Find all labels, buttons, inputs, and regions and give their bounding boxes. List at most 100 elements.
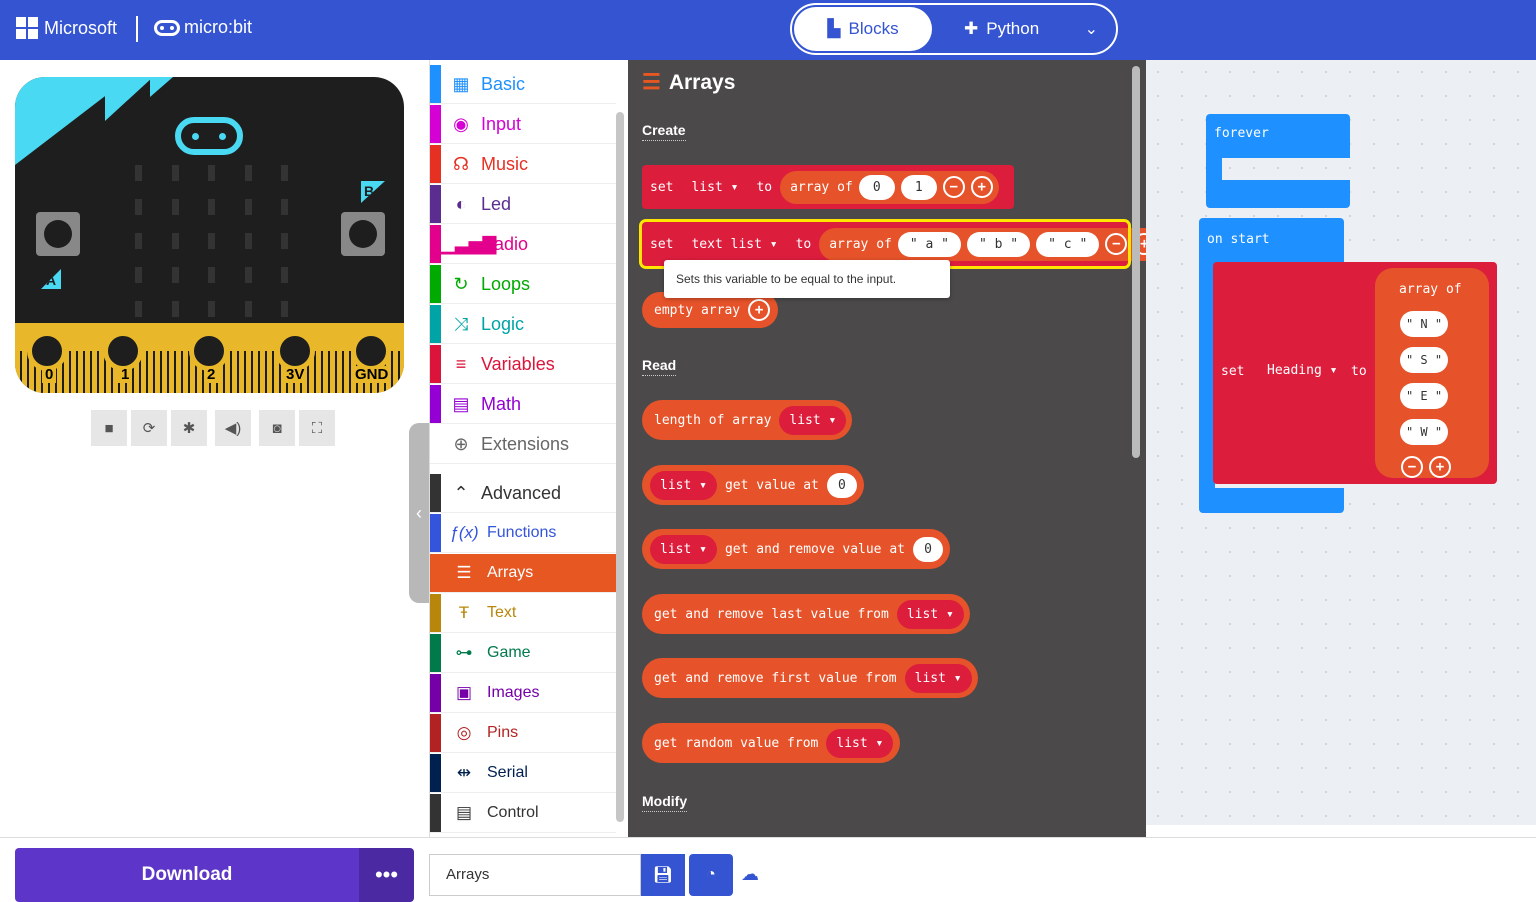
pin-0[interactable] bbox=[27, 331, 67, 371]
forever-block[interactable]: forever bbox=[1206, 114, 1350, 208]
pin-label-1: 1 bbox=[118, 366, 133, 383]
number-input[interactable]: 0 bbox=[826, 472, 857, 498]
github-button[interactable]: ◔ bbox=[689, 854, 733, 896]
block-keyword: to bbox=[795, 236, 812, 252]
toolbox-item-music[interactable]: ☊ Music bbox=[430, 145, 616, 184]
toolbox: ▦ Basic ◉ Input ☊ Music ◐ Led ▁▃▅▇ Radio ↻ Loo… bbox=[429, 60, 628, 837]
python-mode-button[interactable]: ✚ Python bbox=[964, 19, 1039, 39]
block-remove-last-value[interactable]: get and remove last value from list ▾ bbox=[642, 594, 970, 634]
array-of-block[interactable]: array of 0 1 − + bbox=[780, 170, 999, 204]
block-keyword: set bbox=[1221, 364, 1245, 379]
toolbox-item-extensions[interactable]: ⊕ Extensions bbox=[430, 425, 616, 464]
toolbox-item-variables[interactable]: ≡ Variables bbox=[430, 345, 616, 384]
pin-1[interactable] bbox=[103, 331, 143, 371]
blocks-mode-button[interactable]: ▙ Blocks bbox=[794, 7, 932, 51]
variable-dropdown[interactable]: list ▾ bbox=[904, 663, 972, 693]
logo-touch-icon[interactable] bbox=[175, 117, 243, 155]
screenshot-icon[interactable]: ◙ bbox=[259, 410, 295, 446]
more-options-button[interactable]: ••• bbox=[359, 848, 414, 902]
toolbox-item-radio[interactable]: ▁▃▅▇ Radio bbox=[430, 225, 616, 264]
toolbox-item-basic[interactable]: ▦ Basic bbox=[430, 65, 616, 104]
toolbox-item-serial[interactable]: ⇹ Serial bbox=[430, 754, 616, 793]
project-name-input[interactable]: Arrays bbox=[429, 854, 641, 896]
block-tooltip: Sets this variable to be equal to the in… bbox=[664, 260, 950, 298]
toolbox-item-text[interactable]: Ŧ Text bbox=[430, 594, 616, 633]
plus-circle-icon[interactable]: + bbox=[970, 176, 993, 198]
block-length-of-array[interactable]: length of array list ▾ bbox=[642, 400, 852, 440]
microsoft-logo[interactable]: Microsoft bbox=[16, 17, 117, 39]
download-button[interactable]: Download bbox=[15, 848, 359, 902]
array-of-block[interactable]: array of " N " " S " " E " " W " − + bbox=[1375, 268, 1489, 478]
pin-3v[interactable] bbox=[275, 331, 315, 371]
microbit-board[interactable]: A B 0 1 2 3V GND bbox=[15, 77, 404, 393]
toolbox-item-pins[interactable]: ◎ Pins bbox=[430, 714, 616, 753]
array-of-block[interactable]: array of " a " " b " " c " − + bbox=[819, 227, 1162, 261]
set-heading-block[interactable]: set Heading ▾ to array of " N " " S " " … bbox=[1213, 262, 1497, 484]
toolbox-label: Functions bbox=[487, 524, 557, 541]
block-text: get value at bbox=[724, 477, 819, 493]
toolbox-item-logic[interactable]: ⤨ Logic bbox=[430, 305, 616, 344]
toolbox-item-control[interactable]: ▤ Control bbox=[430, 794, 616, 833]
number-input[interactable]: 0 bbox=[912, 536, 943, 562]
block-get-and-remove-value-at[interactable]: list ▾ get and remove value at 0 bbox=[642, 529, 950, 569]
button-b[interactable] bbox=[341, 212, 385, 256]
minus-circle-icon[interactable]: − bbox=[1401, 456, 1423, 478]
plus-circle-icon[interactable]: + bbox=[748, 299, 770, 321]
toolbox-item-loops[interactable]: ↻ Loops bbox=[430, 265, 616, 304]
chevron-down-icon[interactable]: ⌄ bbox=[1085, 19, 1098, 39]
variable-dropdown[interactable]: list ▾ bbox=[779, 405, 847, 435]
toolbox-label: Math bbox=[481, 393, 522, 414]
number-input[interactable]: 1 bbox=[900, 174, 937, 200]
led-matrix bbox=[133, 163, 288, 323]
toolbox-item-game[interactable]: ⊶ Game bbox=[430, 634, 616, 673]
toolbox-item-functions[interactable]: ƒ(x) Functions bbox=[430, 514, 616, 553]
sound-icon[interactable]: ◀) bbox=[215, 410, 251, 446]
debug-icon[interactable]: ✱ bbox=[171, 410, 207, 446]
toolbox-item-advanced[interactable]: ⌃ Advanced bbox=[430, 474, 616, 513]
toolbox-item-images[interactable]: ▣ Images bbox=[430, 674, 616, 713]
variable-dropdown[interactable]: list ▾ bbox=[826, 728, 894, 758]
plus-circle-icon[interactable]: + bbox=[1429, 456, 1451, 478]
minus-circle-icon[interactable]: − bbox=[1105, 233, 1128, 255]
pin-gnd[interactable] bbox=[351, 331, 391, 371]
minus-circle-icon[interactable]: − bbox=[942, 176, 965, 198]
collapse-simulator-button[interactable]: ‹ bbox=[409, 423, 429, 603]
fullscreen-icon[interactable]: ⛶ bbox=[299, 410, 335, 446]
list-icon: ☰ bbox=[456, 563, 472, 582]
string-input[interactable]: " b " bbox=[967, 231, 1031, 257]
block-remove-first-value[interactable]: get and remove first value from list ▾ bbox=[642, 658, 978, 698]
string-input[interactable]: " E " bbox=[1400, 383, 1448, 409]
heading-variable-dropdown[interactable]: Heading ▾ bbox=[1257, 356, 1348, 385]
string-input[interactable]: " c " bbox=[1036, 231, 1100, 257]
block-set-list[interactable]: set list ▾ to array of 0 1 − + bbox=[642, 165, 1014, 209]
string-input[interactable]: " N " bbox=[1400, 311, 1448, 337]
restart-icon[interactable]: ⟳ bbox=[131, 410, 167, 446]
variable-dropdown[interactable]: list ▾ bbox=[896, 599, 964, 629]
on-start-block-bottom bbox=[1199, 488, 1344, 513]
puzzle-icon: ▙ bbox=[827, 19, 841, 38]
microbit-logo[interactable]: micro:bit bbox=[154, 17, 252, 38]
string-input[interactable]: " W " bbox=[1400, 419, 1448, 445]
flyout-scrollbar[interactable] bbox=[1132, 66, 1140, 458]
block-text: empty array bbox=[654, 302, 741, 318]
variable-dropdown[interactable]: text list ▾ bbox=[681, 229, 788, 259]
variable-dropdown[interactable]: list ▾ bbox=[681, 172, 749, 202]
string-input[interactable]: " S " bbox=[1400, 347, 1448, 373]
variable-dropdown[interactable]: list ▾ bbox=[650, 470, 717, 500]
toolbox-item-input[interactable]: ◉ Input bbox=[430, 105, 616, 144]
save-button[interactable]: 💾︎ bbox=[641, 854, 685, 896]
block-random-value[interactable]: get random value from list ▾ bbox=[642, 723, 900, 763]
cloud-icon[interactable]: ☁ bbox=[741, 864, 759, 885]
stop-icon[interactable]: ■ bbox=[91, 410, 127, 446]
block-get-value-at[interactable]: list ▾ get value at 0 bbox=[642, 465, 864, 505]
string-input[interactable]: " a " bbox=[897, 231, 961, 257]
variable-dropdown[interactable]: list ▾ bbox=[650, 534, 717, 564]
toolbox-scrollbar[interactable] bbox=[616, 112, 624, 822]
toolbox-item-led[interactable]: ◐ Led bbox=[430, 185, 616, 224]
toolbox-item-math[interactable]: ▤ Math bbox=[430, 385, 616, 424]
number-input[interactable]: 0 bbox=[858, 174, 895, 200]
toolbox-item-arrays[interactable]: ☰ Arrays bbox=[430, 554, 616, 593]
pin-2[interactable] bbox=[189, 331, 229, 371]
button-a[interactable] bbox=[36, 212, 80, 256]
pin-label-0: 0 bbox=[42, 366, 57, 383]
